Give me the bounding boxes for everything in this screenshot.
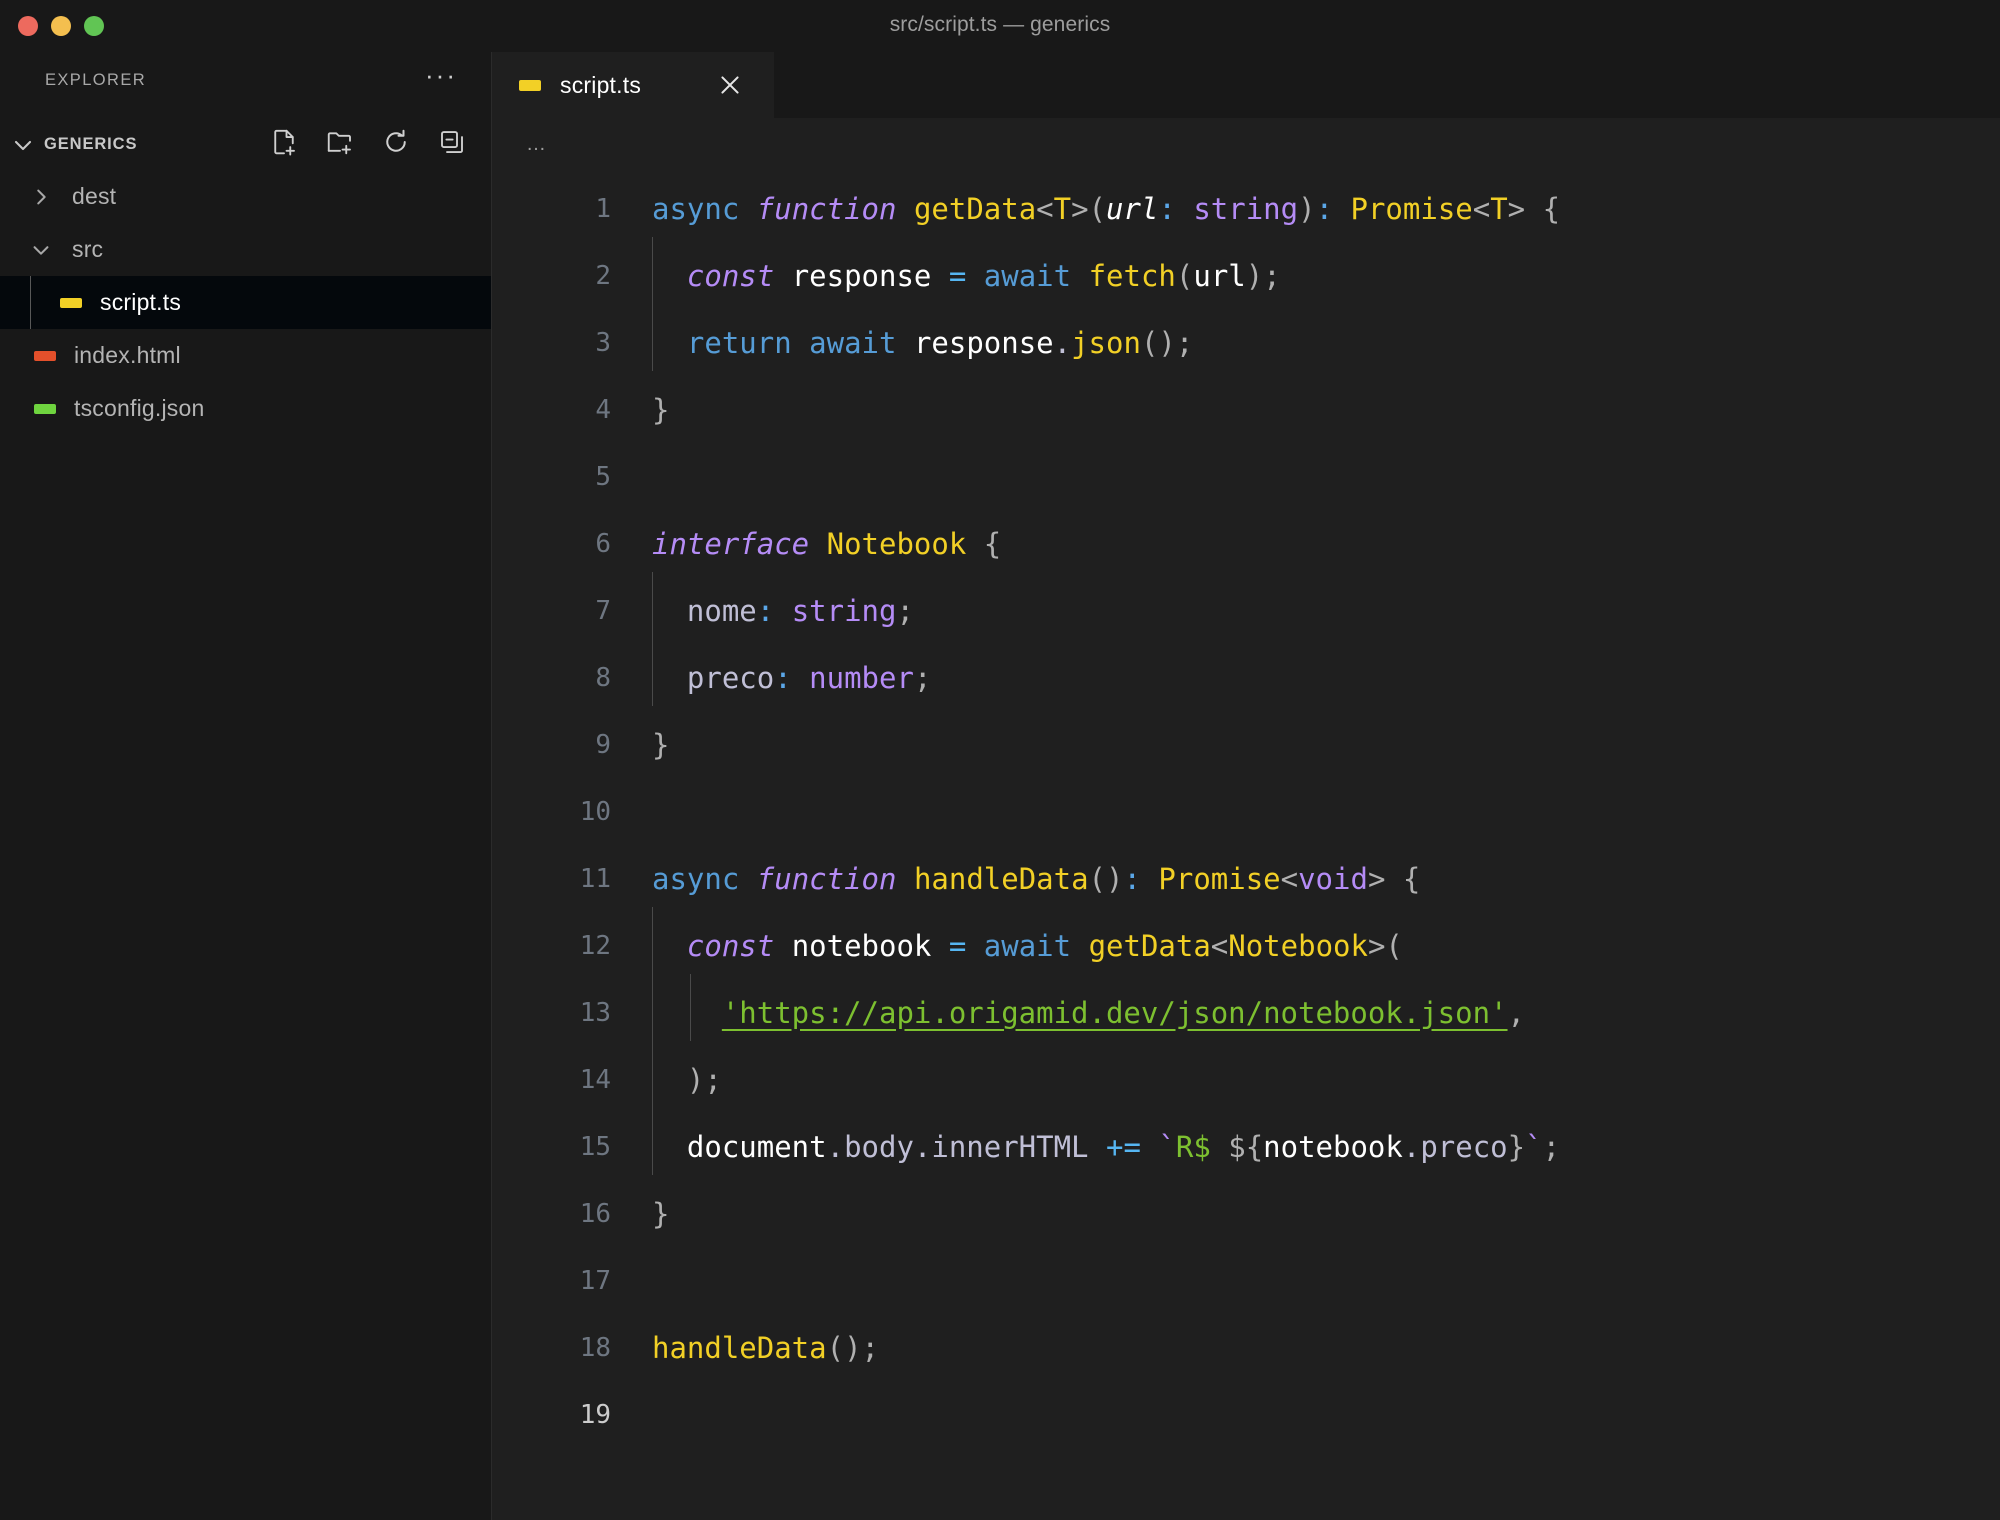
code-line-text: } <box>652 392 670 427</box>
file-tree: dest src script.ts index.html tsconfig.j… <box>0 170 491 435</box>
sidebar-explorer: EXPLORER ··· GENERICS dest src script.ts… <box>0 52 492 1520</box>
explorer-header: EXPLORER ··· <box>0 52 491 108</box>
code-line-text: handleData(); <box>652 1330 879 1365</box>
code-line: 10 <box>492 778 2000 845</box>
editor-area: script.ts … 1 async function getData<T>(… <box>492 52 2000 1520</box>
code-line-text: const notebook = await getData<Notebook>… <box>652 906 2000 974</box>
tree-item-script-ts[interactable]: script.ts <box>0 276 491 329</box>
code-line: 7 nome: string; <box>492 571 2000 644</box>
tree-item-dest[interactable]: dest <box>0 170 491 223</box>
window-title: src/script.ts — generics <box>889 13 1111 36</box>
code-line: 13 'https://api.origamid.dev/json/notebo… <box>492 973 2000 1046</box>
code-line-text: nome: string; <box>652 571 2000 639</box>
line-number: 6 <box>595 528 611 559</box>
refresh-icon[interactable] <box>381 127 411 162</box>
line-number: 16 <box>579 1198 611 1229</box>
tree-item-label: src <box>72 236 104 262</box>
code-line: 1 async function getData<T>(url: string)… <box>492 175 2000 242</box>
code-editor[interactable]: 1 async function getData<T>(url: string)… <box>492 170 2000 1520</box>
code-line-text: interface Notebook { <box>652 526 1002 561</box>
tab-label: script.ts <box>560 71 642 98</box>
code-line-text: return await response.json(); <box>652 303 2000 371</box>
code-line: 18 handleData(); <box>492 1314 2000 1381</box>
code-line: 12 const notebook = await getData<Notebo… <box>492 906 2000 979</box>
code-line: 14 ); <box>492 1040 2000 1113</box>
project-section-header[interactable]: GENERICS <box>0 121 491 168</box>
line-number: 12 <box>579 930 611 961</box>
tree-item-label: dest <box>72 183 117 209</box>
project-name: GENERICS <box>44 135 138 153</box>
close-icon[interactable] <box>713 68 747 102</box>
code-line: 6 interface Notebook { <box>492 510 2000 577</box>
code-line-text: preco: number; <box>652 638 2000 706</box>
line-number: 18 <box>579 1332 611 1363</box>
more-actions-icon[interactable]: ··· <box>425 62 457 90</box>
line-number: 7 <box>595 595 611 626</box>
typescript-file-icon <box>60 297 82 308</box>
line-number: 8 <box>595 662 611 693</box>
line-number: 13 <box>579 997 611 1028</box>
new-file-icon[interactable] <box>269 127 299 162</box>
html-file-icon <box>34 350 56 361</box>
code-line: 16 } <box>492 1180 2000 1247</box>
line-number: 9 <box>595 729 611 760</box>
line-number: 17 <box>579 1265 611 1296</box>
code-line-text: const response = await fetch(url); <box>652 236 2000 304</box>
code-line: 8 preco: number; <box>492 638 2000 711</box>
title-bar: src/script.ts — generics <box>0 0 2000 52</box>
line-number: 15 <box>579 1131 611 1162</box>
code-line-text: } <box>652 727 670 762</box>
tree-item-label: index.html <box>74 342 181 368</box>
code-line: 15 document.body.innerHTML += `R$ ${note… <box>492 1107 2000 1180</box>
line-number: 10 <box>579 796 611 827</box>
code-line: 9 } <box>492 711 2000 778</box>
indent-guide <box>30 276 31 329</box>
line-number: 3 <box>595 327 611 358</box>
code-line-text: async function getData<T>(url: string): … <box>652 191 1561 226</box>
code-line: 3 return await response.json(); <box>492 303 2000 376</box>
workbench: EXPLORER ··· GENERICS dest src script.ts… <box>0 52 2000 1520</box>
code-line: 5 <box>492 443 2000 510</box>
code-line-text: ); <box>652 1040 2000 1108</box>
chevron-right-icon <box>26 186 56 208</box>
chevron-down-icon <box>26 239 56 261</box>
tree-item-label: script.ts <box>100 289 182 315</box>
typescript-file-icon <box>519 79 541 91</box>
tab-bar: script.ts <box>492 52 2000 118</box>
line-number: 5 <box>595 461 611 492</box>
tree-item-src[interactable]: src <box>0 223 491 276</box>
line-number: 14 <box>579 1064 611 1095</box>
explorer-action-bar <box>269 127 467 162</box>
tree-item-index-html[interactable]: index.html <box>0 329 491 382</box>
line-number: 11 <box>579 863 611 894</box>
code-line-text: async function handleData(): Promise<voi… <box>652 861 1421 896</box>
tree-item-label: tsconfig.json <box>74 395 205 421</box>
tree-item-tsconfig-json[interactable]: tsconfig.json <box>0 382 491 435</box>
code-line: 11 async function handleData(): Promise<… <box>492 845 2000 912</box>
code-line-text: document.body.innerHTML += `R$ ${noteboo… <box>652 1107 2000 1175</box>
line-number: 4 <box>595 394 611 425</box>
vscode-window: src/script.ts — generics EXPLORER ··· GE… <box>0 0 2000 1520</box>
code-line: 2 const response = await fetch(url); <box>492 236 2000 309</box>
code-line: 19 <box>492 1381 2000 1448</box>
code-line-text: 'https://api.origamid.dev/json/notebook.… <box>652 973 2000 1041</box>
code-line: 17 <box>492 1247 2000 1314</box>
code-line-text: } <box>652 1196 670 1231</box>
line-number: 1 <box>595 193 611 224</box>
tab-script-ts[interactable]: script.ts <box>492 52 774 118</box>
line-number-active: 19 <box>579 1399 611 1430</box>
collapse-all-icon[interactable] <box>437 127 467 162</box>
json-file-icon <box>34 403 56 414</box>
chevron-down-icon <box>9 131 37 159</box>
explorer-title: EXPLORER <box>45 70 147 89</box>
code-line: 4 } <box>492 376 2000 443</box>
breadcrumb[interactable]: … <box>492 118 2000 170</box>
line-number: 2 <box>595 260 611 291</box>
new-folder-icon[interactable] <box>325 127 355 162</box>
